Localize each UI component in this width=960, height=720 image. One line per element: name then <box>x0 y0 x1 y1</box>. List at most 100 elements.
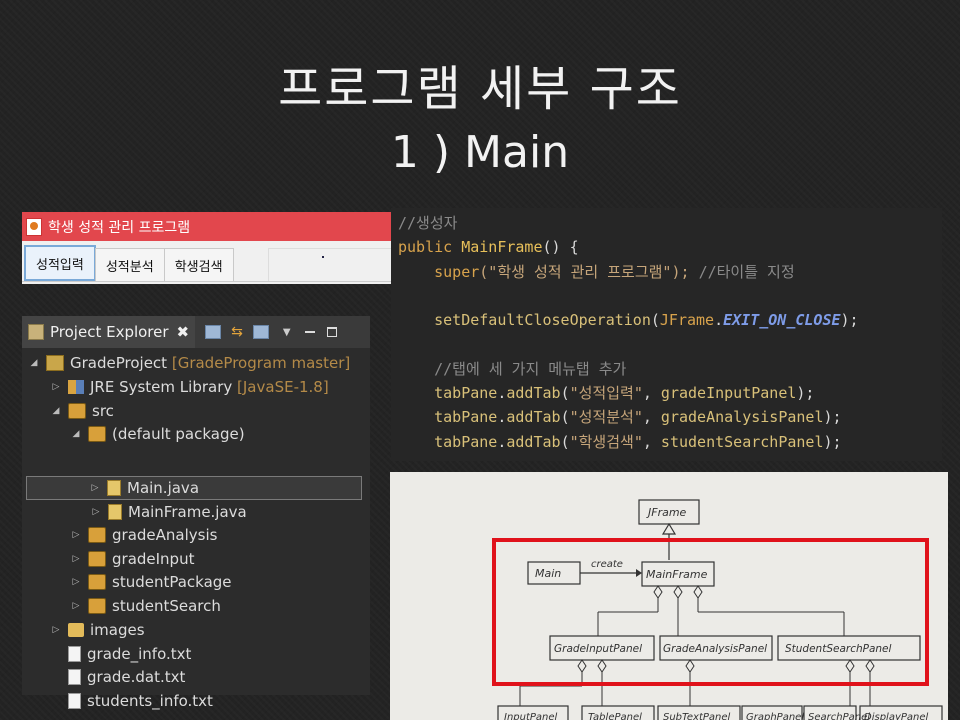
uml-svg: JFrame Main create MainFrame GradeInputP… <box>390 472 948 720</box>
tab-content-area <box>268 248 391 281</box>
uml-studentsearchpanel-label: StudentSearchPanel <box>785 643 892 655</box>
slide-title-block: 프로그램 세부 구조 1 ) Main <box>0 58 960 182</box>
source-folder-icon <box>68 403 86 419</box>
project-icon <box>46 355 64 371</box>
tree-item-default-package[interactable]: ◢ (default package) <box>70 423 245 445</box>
tab-student-search[interactable]: 학생검색 <box>163 248 234 281</box>
code-string: "성적분석" <box>569 408 643 427</box>
code-comment: //생성자 <box>398 214 458 232</box>
code-line: tabPane.addTab("성적입력", gradeInputPanel); <box>434 384 815 403</box>
collapsed-icon[interactable]: ▷ <box>70 554 82 564</box>
tree-item-studentpackage[interactable]: ▷ studentPackage <box>70 571 232 593</box>
collapsed-icon[interactable]: ▷ <box>50 382 62 392</box>
uml-gradeanalysispanel-label: GradeAnalysisPanel <box>663 643 767 655</box>
package-icon <box>88 426 106 442</box>
uml-jframe-label: JFrame <box>646 506 687 519</box>
uml-diagram-photo: JFrame Main create MainFrame GradeInputP… <box>390 472 948 720</box>
tree-item-jre[interactable]: ▷ JRE System Library [JavaSE-1.8] <box>50 376 329 398</box>
tab-grade-input[interactable]: 성적입력 <box>24 245 96 281</box>
project-explorer: Project Explorer ✖ ⇆ ▼ ◢ GradeProject [G… <box>22 316 370 710</box>
package-icon <box>88 598 106 614</box>
tree-item-src[interactable]: ◢ src <box>50 400 114 422</box>
code-var: gradeInputPanel <box>660 384 797 403</box>
tree-suffix: [JavaSE-1.8] <box>237 378 329 396</box>
tree-label: studentSearch <box>112 597 221 615</box>
java-file-icon <box>107 480 121 496</box>
folder-icon <box>68 623 84 637</box>
uml-main-label: Main <box>535 567 561 580</box>
tree-label: MainFrame.java <box>128 503 247 521</box>
tree-label: JRE System Library <box>90 378 233 396</box>
code-line: super("학생 성적 관리 프로그램"); //타이틀 지정 <box>391 260 942 284</box>
uml-inputpanel-label: InputPanel <box>504 712 558 720</box>
close-icon[interactable]: ✖ <box>177 323 190 341</box>
tree-item-gradeanalysis[interactable]: ▷ gradeAnalysis <box>70 524 218 546</box>
tree-item-images[interactable]: ▷ images <box>50 619 145 641</box>
filter-icon[interactable] <box>252 325 269 339</box>
tab-grade-analysis[interactable]: 성적분석 <box>94 248 165 281</box>
java-cup-icon <box>26 217 42 236</box>
code-string: "학생검색" <box>569 432 643 451</box>
package-icon <box>88 527 106 543</box>
expanded-icon[interactable]: ◢ <box>70 429 82 439</box>
tree-item-grade-dat[interactable]: grade.dat.txt <box>68 666 185 688</box>
tree-item-mainframe-java[interactable]: ▷ MainFrame.java <box>90 501 247 523</box>
text-file-icon <box>68 669 81 685</box>
collapsed-icon[interactable]: ▷ <box>89 483 101 493</box>
code-comment: //탭에 세 가지 메뉴탭 추가 <box>434 359 627 378</box>
uml-subtextpanel-label: SubTextPanel <box>663 712 731 720</box>
uml-gradeinputpanel-label: GradeInputPanel <box>554 643 642 655</box>
app-window-screenshot: 학생 성적 관리 프로그램 성적입력 성적분석 학생검색 <box>22 212 391 284</box>
tree-item-gradeinput[interactable]: ▷ gradeInput <box>70 548 195 570</box>
collapsed-icon[interactable]: ▷ <box>70 601 82 611</box>
tree-item-main-java[interactable]: ▷ Main.java <box>26 476 362 500</box>
code-string: "성적입력" <box>569 384 643 403</box>
code-method: addTab <box>506 384 561 403</box>
uml-mainframe-label: MainFrame <box>646 568 708 581</box>
collapse-all-icon[interactable] <box>205 325 222 339</box>
code-snippet: //생성자 public MainFrame() { super("학생 성적 … <box>391 208 942 461</box>
code-var: tabPane <box>434 408 498 427</box>
app-titlebar: 학생 성적 관리 프로그램 <box>22 212 391 241</box>
tree-label: gradeAnalysis <box>112 526 218 544</box>
code-class: JFrame <box>659 311 715 330</box>
tree-item-grade-info[interactable]: grade_info.txt <box>68 643 191 665</box>
link-editor-icon[interactable]: ⇆ <box>231 324 243 340</box>
explorer-tab[interactable]: Project Explorer ✖ <box>22 316 196 348</box>
tree-suffix: [GradeProgram master] <box>171 354 351 372</box>
uml-displaypanel-label: DisplayPanel <box>864 712 929 720</box>
explorer-title: Project Explorer <box>50 323 169 341</box>
text-file-icon <box>68 646 81 662</box>
tree-label: Main.java <box>127 479 200 497</box>
collapsed-icon[interactable]: ▷ <box>90 507 102 517</box>
java-file-icon <box>108 504 122 520</box>
code-constant: EXIT_ON_CLOSE <box>723 311 841 330</box>
expanded-icon[interactable]: ◢ <box>28 358 40 368</box>
view-menu-icon[interactable]: ▼ <box>283 327 291 338</box>
collapsed-icon[interactable]: ▷ <box>70 577 82 587</box>
code-method: addTab <box>506 432 561 451</box>
project-explorer-icon <box>28 324 44 340</box>
code-method: setDefaultCloseOperation <box>434 311 651 330</box>
collapsed-icon[interactable]: ▷ <box>50 625 62 635</box>
tree-label: students_info.txt <box>87 692 213 710</box>
slide-title: 프로그램 세부 구조 <box>278 61 682 117</box>
slide-subtitle: 1 ) Main <box>390 127 570 178</box>
tree-item-gradeproject[interactable]: ◢ GradeProject [GradeProgram master] <box>28 352 351 374</box>
code-text: () { <box>542 238 579 257</box>
tree-label: GradeProject <box>70 354 168 372</box>
minimize-icon[interactable] <box>304 331 315 333</box>
uml-tablepanel-label: TablePanel <box>588 712 642 720</box>
explorer-header: Project Explorer ✖ ⇆ ▼ <box>22 316 370 348</box>
tree-label: images <box>90 621 145 639</box>
code-line: //탭에 세 가지 메뉴탭 추가 <box>391 357 942 381</box>
tree-label: src <box>92 402 114 420</box>
tree-item-studentsearch[interactable]: ▷ studentSearch <box>70 595 221 617</box>
collapsed-icon[interactable]: ▷ <box>70 530 82 540</box>
code-method: addTab <box>506 408 561 427</box>
maximize-icon[interactable] <box>326 327 337 337</box>
expanded-icon[interactable]: ◢ <box>50 406 62 416</box>
tree-item-students-info[interactable]: students_info.txt <box>68 690 213 712</box>
